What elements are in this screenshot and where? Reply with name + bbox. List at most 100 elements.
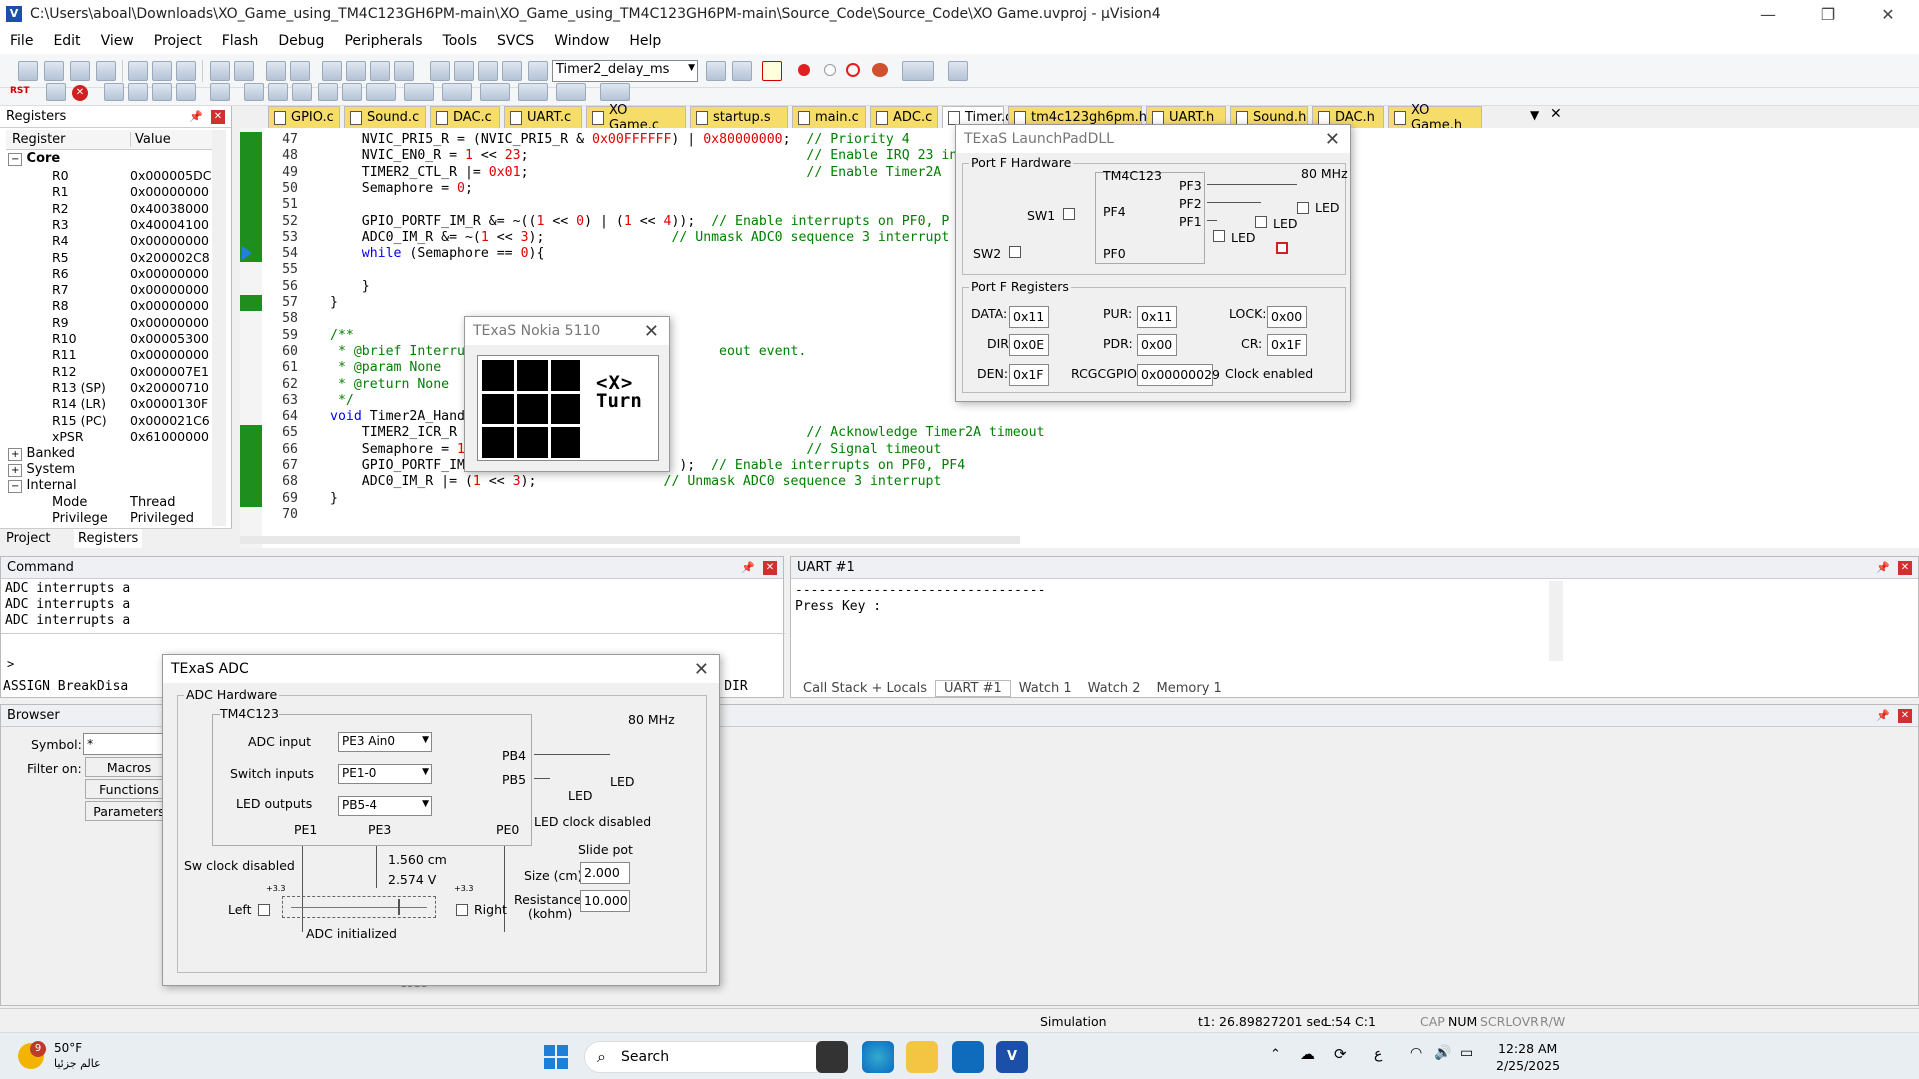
resistance-input[interactable]: 10.000 <box>580 890 630 912</box>
breakpoint-disable-icon[interactable] <box>824 64 836 76</box>
cut-icon[interactable] <box>128 61 148 81</box>
command-prompt[interactable]: > <box>7 657 14 671</box>
menu-file[interactable]: File <box>0 33 43 49</box>
run-icon[interactable] <box>46 83 66 101</box>
register-value[interactable]: 0x00000000 <box>130 184 209 199</box>
tab-watch-1[interactable]: Watch 1 <box>1011 681 1080 696</box>
register-name[interactable]: R12 <box>52 364 77 379</box>
register-value[interactable]: 0x200002C8 <box>130 250 210 265</box>
register-name[interactable]: R0 <box>52 168 69 183</box>
size-input[interactable]: 2.000 <box>580 862 630 884</box>
register-value[interactable]: 0x20000710 <box>130 380 209 395</box>
registers-scrollbar[interactable] <box>212 130 226 526</box>
close-icon[interactable]: ✕ <box>1550 106 1562 122</box>
den-field[interactable]: 0x1F <box>1009 364 1049 386</box>
clock-date[interactable]: 2/25/2025 <box>1496 1058 1560 1073</box>
search-box[interactable]: ⌕ Search <box>584 1041 844 1073</box>
edge-icon[interactable] <box>862 1041 894 1073</box>
uncomment-icon[interactable] <box>502 61 522 81</box>
register-value[interactable]: 0x00000000 <box>130 233 209 248</box>
slide-pot-handle[interactable] <box>398 899 400 915</box>
file-explorer-icon[interactable] <box>906 1041 938 1073</box>
core-node[interactable]: − Core <box>8 151 60 166</box>
tab-startup-s[interactable]: startup.s <box>690 106 788 128</box>
register-value[interactable]: 0x00000000 <box>130 315 209 330</box>
outlook-icon[interactable] <box>952 1041 984 1073</box>
sync-icon[interactable]: ⟳ <box>1334 1045 1347 1063</box>
menu-peripherals[interactable]: Peripherals <box>334 33 432 49</box>
register-name[interactable]: R14 (LR) <box>52 396 106 411</box>
register-value[interactable]: 0x00000000 <box>130 282 209 297</box>
tab-uart-1[interactable]: UART #1 <box>935 679 1011 697</box>
sw1-checkbox[interactable] <box>1063 208 1075 220</box>
debug-session-icon[interactable] <box>762 61 782 81</box>
unindent-icon[interactable] <box>454 61 474 81</box>
symbols-window-icon[interactable] <box>292 83 312 101</box>
pin-icon[interactable]: 📌 <box>189 110 203 123</box>
filter-functions-checkbox[interactable]: Functions <box>85 779 173 799</box>
register-value[interactable]: 0x000021C6 <box>130 413 210 428</box>
code-line[interactable]: 68 ADC0_IM_R |= (1 << 3); // Unmask ADC0… <box>240 474 1540 490</box>
filter-macros-checkbox[interactable]: Macros <box>85 757 173 777</box>
code-line[interactable]: 67 GPIO_PORTF_IM ); // Enable interrupts… <box>240 458 1540 474</box>
close-icon[interactable]: ✕ <box>694 659 709 680</box>
dir-field[interactable]: 0x0E <box>1009 334 1049 356</box>
register-value[interactable]: 0x0000130F <box>130 396 208 411</box>
tab-main-c[interactable]: main.c <box>792 106 866 128</box>
step-into-icon[interactable] <box>104 83 124 101</box>
start-icon[interactable] <box>544 1045 568 1069</box>
battery-icon[interactable]: ▭ <box>1460 1045 1473 1061</box>
tab-list-icon[interactable]: ▼ <box>1530 108 1539 122</box>
open-file-icon[interactable] <box>44 61 64 81</box>
cr-field[interactable]: 0x1F <box>1267 334 1307 356</box>
close-icon[interactable]: ✕ <box>1865 0 1911 28</box>
find-icon[interactable] <box>706 61 726 81</box>
target-select[interactable]: Timer2_delay_ms <box>552 60 698 82</box>
switch-inputs-select[interactable]: PE1-0 <box>338 764 432 784</box>
cloud-icon[interactable]: ☁ <box>1300 1045 1315 1063</box>
tab-call-stack-locals[interactable]: Call Stack + Locals <box>795 681 935 696</box>
tab-xo-game-c[interactable]: XO Game.c <box>586 103 686 133</box>
slide-pot-track[interactable] <box>282 896 436 918</box>
save-icon[interactable] <box>70 61 90 81</box>
command-window-icon[interactable] <box>244 83 264 101</box>
keil-uvision-icon[interactable]: V <box>996 1041 1028 1073</box>
wifi-icon[interactable]: ◠ <box>1410 1045 1422 1061</box>
close-icon[interactable]: ✕ <box>763 561 777 575</box>
close-icon[interactable]: ✕ <box>644 321 659 342</box>
led-outputs-select[interactable]: PB5-4 <box>338 796 432 816</box>
banked-node[interactable]: + Banked <box>8 446 75 461</box>
code-line[interactable]: 69} <box>240 491 1540 507</box>
register-name[interactable]: R6 <box>52 266 69 281</box>
filter-parameters-checkbox[interactable]: Parameters <box>85 801 173 821</box>
registers-window-icon[interactable] <box>318 83 338 101</box>
register-name[interactable]: R13 (SP) <box>52 380 106 395</box>
bookmark-next-icon[interactable] <box>370 61 390 81</box>
minimize-icon[interactable]: — <box>1745 0 1791 28</box>
bookmark-icon[interactable] <box>322 61 342 81</box>
menu-svcs[interactable]: SVCS <box>487 33 544 49</box>
paste-icon[interactable] <box>176 61 196 81</box>
tab-registers[interactable]: Registers <box>74 529 143 548</box>
pur-field[interactable]: 0x11 <box>1137 306 1177 328</box>
menu-view[interactable]: View <box>91 33 144 49</box>
save-all-icon[interactable] <box>96 61 116 81</box>
serial-window-icon[interactable] <box>442 83 472 101</box>
chevron-up-icon[interactable]: ⌃ <box>1270 1047 1281 1062</box>
breakpoint-icon[interactable] <box>798 64 810 76</box>
nav-forward-icon[interactable] <box>290 61 310 81</box>
close-icon[interactable]: ✕ <box>1898 709 1912 723</box>
register-name[interactable]: R7 <box>52 282 69 297</box>
register-value[interactable]: 0x00000000 <box>130 266 209 281</box>
new-file-icon[interactable] <box>18 61 38 81</box>
tab-xo-game-h[interactable]: XO Game.h <box>1388 103 1482 133</box>
close-icon[interactable]: ✕ <box>1898 561 1912 575</box>
register-value[interactable]: 0x40004100 <box>130 217 209 232</box>
browse-icon[interactable] <box>732 61 752 81</box>
clock-time[interactable]: 12:28 AM <box>1498 1041 1557 1056</box>
data-field[interactable]: 0x11 <box>1009 306 1049 328</box>
call-stack-window-icon[interactable] <box>342 83 362 101</box>
trace-window-icon[interactable] <box>518 83 548 101</box>
run-to-cursor-icon[interactable] <box>176 83 196 101</box>
language-indicator[interactable]: ع <box>1374 1046 1382 1062</box>
